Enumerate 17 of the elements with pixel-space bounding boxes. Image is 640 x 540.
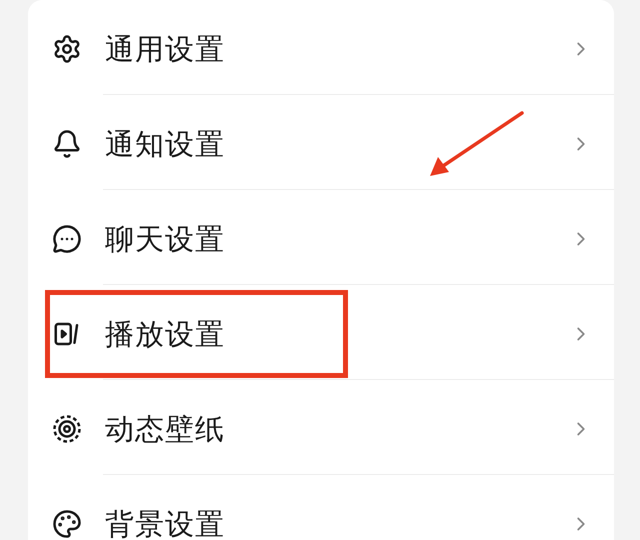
settings-item-label: 背景设置	[105, 510, 225, 538]
settings-item-label: 通知设置	[105, 130, 225, 158]
settings-item[interactable]: 聊天设置	[45, 195, 348, 283]
chat-bubble-icon	[52, 224, 82, 254]
palette-icon	[52, 509, 82, 539]
settings-item[interactable]: 播放设置	[45, 290, 348, 378]
settings-item-label: 聊天设置	[105, 224, 225, 254]
settings-item[interactable]: 通用设置	[45, 5, 348, 93]
settings-item-label: 通用设置	[105, 34, 225, 64]
settings-item[interactable]: 通知设置	[45, 100, 348, 188]
concentric-circles-icon	[52, 414, 82, 444]
settings-item-label: 动态壁纸	[105, 414, 225, 444]
settings-item[interactable]: 背景设置	[45, 480, 348, 540]
settings-item-label: 播放设置	[105, 320, 225, 348]
bell-icon	[52, 129, 82, 159]
gear-icon	[52, 34, 82, 64]
settings-item[interactable]: 动态壁纸	[45, 385, 348, 473]
